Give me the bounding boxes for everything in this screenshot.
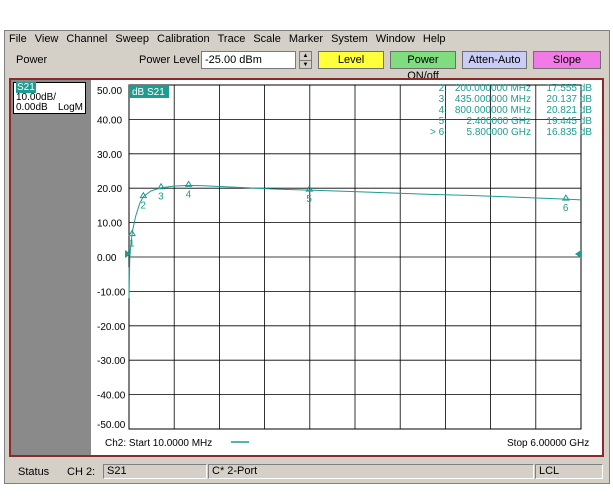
y-tick-label: -50.00 bbox=[97, 420, 126, 431]
menu-window[interactable]: Window bbox=[372, 31, 419, 48]
stop-frequency-label: Stop 6.00000 GHz bbox=[507, 438, 589, 449]
y-tick-label: 0.00 bbox=[97, 253, 117, 264]
y-tick-label: -20.00 bbox=[97, 322, 126, 333]
menu-channel[interactable]: Channel bbox=[62, 31, 111, 48]
marker-readout-label: 2: bbox=[439, 83, 447, 94]
menu-file[interactable]: File bbox=[5, 31, 31, 48]
y-tick-labels: 50.00 40.00 30.00 20.00 10.00 0.00 -10.00 -20.0… bbox=[97, 86, 126, 431]
power-level-input[interactable]: -25.00 dBm bbox=[201, 51, 296, 69]
toolbar-title: Power bbox=[16, 54, 48, 66]
menu-marker[interactable]: Marker bbox=[285, 31, 327, 48]
status-trace-box: S21 bbox=[103, 464, 207, 479]
marker-4-label: 4 bbox=[186, 189, 192, 200]
status-label: Status bbox=[18, 466, 50, 478]
marker-readout-value: 17.555 dB bbox=[546, 83, 592, 94]
s21-plot[interactable]: 50.00 40.00 30.00 20.00 10.00 0.00 -10.00 -20.0… bbox=[91, 80, 601, 455]
y-tick-label: 30.00 bbox=[97, 150, 122, 161]
menu-trace[interactable]: Trace bbox=[214, 31, 250, 48]
marker-readout-freq: 2.400000 GHz bbox=[467, 116, 532, 127]
trace-info-box[interactable]: S21 10.00dB/ 0.00dB LogM bbox=[13, 82, 86, 114]
menu-sweep[interactable]: Sweep bbox=[111, 31, 153, 48]
marker-readout-table: 2: 200.000000 MHz 17.555 dB 3: 435.000000 MH… bbox=[430, 83, 592, 138]
marker-1-label: 1 bbox=[129, 239, 135, 250]
power-level-spinner[interactable]: ▲ ▼ bbox=[299, 51, 312, 69]
marker-readout-freq: 200.000000 MHz bbox=[455, 83, 531, 94]
marker-readout-freq: 435.000000 MHz bbox=[455, 94, 531, 105]
y-tick-label: 10.00 bbox=[97, 219, 122, 230]
analyzer-window: File View Channel Sweep Calibration Trac… bbox=[4, 30, 610, 484]
status-cal-box: C* 2-Port bbox=[208, 464, 534, 479]
marker-3-label: 3 bbox=[158, 192, 164, 203]
marker-readout-label: 4: bbox=[439, 105, 447, 116]
toolbar: Power Power Level -25.00 dBm ▲ ▼ Level P… bbox=[5, 49, 609, 82]
level-button[interactable]: Level bbox=[318, 51, 384, 69]
slope-button[interactable]: Slope bbox=[533, 51, 601, 69]
marker-readout-value: 19.445 dB bbox=[546, 116, 592, 127]
marker-readout-value: 20.821 dB bbox=[546, 105, 592, 116]
trace-label: dB S21 bbox=[132, 87, 165, 98]
y-tick-label: 20.00 bbox=[97, 184, 122, 195]
marker-readout-freq: 800.000000 MHz bbox=[455, 105, 531, 116]
marker-6-label: 6 bbox=[563, 203, 569, 214]
status-cal: C* 2-Port bbox=[212, 465, 258, 477]
marker-2-label: 2 bbox=[140, 201, 146, 212]
spin-down-icon[interactable]: ▼ bbox=[300, 61, 311, 69]
power-on-off-button[interactable]: Power ON/off bbox=[390, 51, 456, 82]
y-tick-label: 40.00 bbox=[97, 115, 122, 126]
marker-readout-label: 3: bbox=[439, 94, 447, 105]
y-tick-label: 50.00 bbox=[97, 86, 122, 97]
y-tick-label: -40.00 bbox=[97, 391, 126, 402]
channel-start-label: Ch2: Start 10.0000 MHz bbox=[105, 438, 212, 449]
marker-readout-value: 20.137 dB bbox=[546, 94, 592, 105]
y-tick-label: -10.00 bbox=[97, 287, 126, 298]
status-remote: LCL bbox=[539, 465, 560, 477]
marker-5-label: 5 bbox=[306, 194, 312, 205]
marker-readout-freq: 5.800000 GHz bbox=[467, 127, 532, 138]
menu-help[interactable]: Help bbox=[419, 31, 450, 48]
power-level-label: Power Level bbox=[139, 54, 200, 66]
status-remote-box: LCL bbox=[535, 464, 603, 479]
trace-ref: 0.00dB bbox=[16, 102, 48, 113]
status-trace: S21 bbox=[107, 465, 127, 477]
marker-readout-label: 5: bbox=[439, 116, 447, 127]
status-bar: Status CH 2: S21 C* 2-Port LCL bbox=[5, 462, 609, 481]
menu-bar: File View Channel Sweep Calibration Trac… bbox=[5, 31, 609, 48]
menu-system[interactable]: System bbox=[327, 31, 372, 48]
trace-side-panel: S21 10.00dB/ 0.00dB LogM bbox=[11, 80, 91, 455]
status-channel: CH 2: bbox=[67, 466, 96, 478]
marker-readout-label: > 6: bbox=[430, 127, 447, 138]
plot-area[interactable]: 50.00 40.00 30.00 20.00 10.00 0.00 -10.00 -20.0… bbox=[91, 80, 601, 455]
menu-calibration[interactable]: Calibration bbox=[153, 31, 214, 48]
spin-up-icon[interactable]: ▲ bbox=[300, 52, 311, 61]
marker-readout-value: 16.835 dB bbox=[546, 127, 592, 138]
trace-format: LogM bbox=[57, 102, 83, 113]
atten-auto-button[interactable]: Atten-Auto bbox=[462, 51, 527, 69]
menu-scale[interactable]: Scale bbox=[249, 31, 285, 48]
y-tick-label: -30.00 bbox=[97, 356, 126, 367]
menu-view[interactable]: View bbox=[31, 31, 63, 48]
